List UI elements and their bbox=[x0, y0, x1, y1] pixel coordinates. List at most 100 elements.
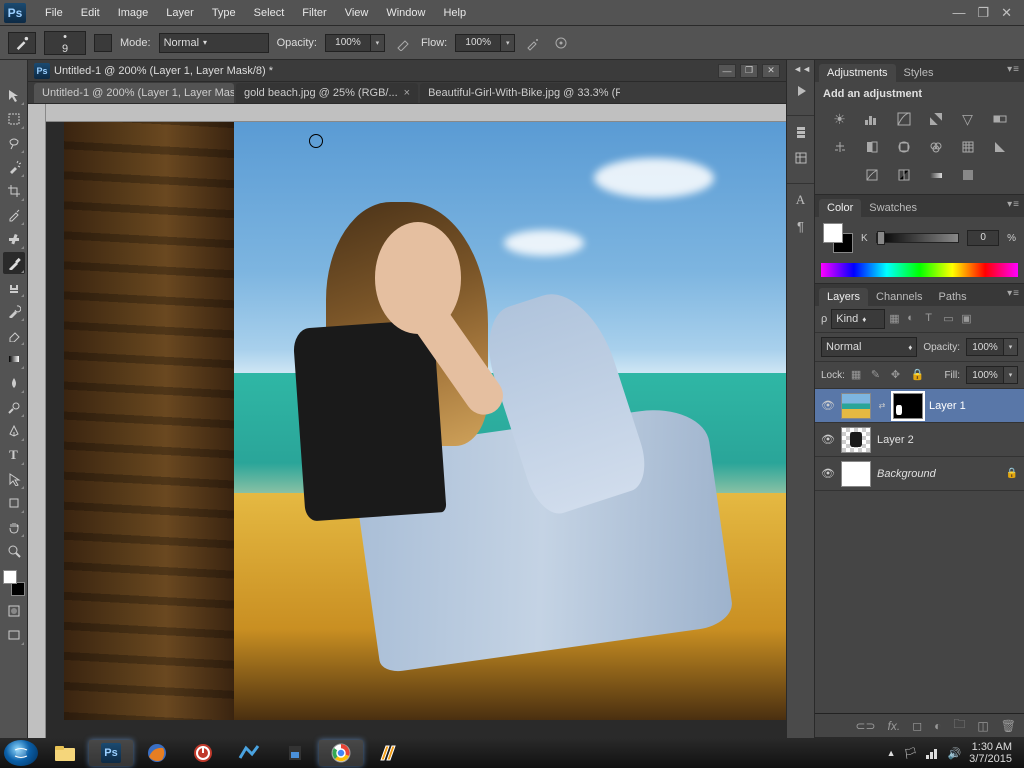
layer-thumbnail[interactable] bbox=[841, 427, 871, 453]
paragraph-icon[interactable]: ¶ bbox=[791, 216, 811, 236]
gradient-tool[interactable] bbox=[3, 348, 25, 370]
menu-image[interactable]: Image bbox=[109, 3, 158, 23]
selective-color-icon[interactable] bbox=[959, 166, 977, 184]
pressure-opacity-icon[interactable] bbox=[393, 33, 413, 53]
pressure-size-icon[interactable] bbox=[551, 33, 571, 53]
layer-fill-caret[interactable]: ▾ bbox=[1004, 366, 1018, 384]
ruler-vertical[interactable] bbox=[28, 104, 46, 738]
color-slider[interactable] bbox=[876, 233, 959, 243]
exposure-icon[interactable] bbox=[927, 110, 945, 128]
taskbar-app1[interactable] bbox=[227, 740, 271, 766]
lock-transparent-icon[interactable]: ▦ bbox=[851, 368, 865, 382]
flow-value[interactable]: 100% bbox=[455, 34, 501, 52]
expand-panels-icon[interactable]: ◄◄ bbox=[793, 64, 811, 74]
background-color-swatch[interactable] bbox=[11, 582, 25, 596]
tab-styles[interactable]: Styles bbox=[896, 64, 942, 82]
layer-opacity-value[interactable]: 100% bbox=[966, 338, 1004, 356]
color-value-input[interactable]: 0 bbox=[967, 230, 999, 246]
menu-select[interactable]: Select bbox=[245, 3, 294, 23]
layer-row[interactable]: 👁 Layer 2 bbox=[815, 423, 1024, 457]
play-icon[interactable] bbox=[791, 80, 811, 100]
bw-icon[interactable] bbox=[863, 138, 881, 156]
tab-layers[interactable]: Layers bbox=[819, 288, 868, 306]
color-fgbg-swatch[interactable] bbox=[823, 223, 853, 253]
shape-tool[interactable] bbox=[3, 492, 25, 514]
layer-thumbnail[interactable] bbox=[841, 393, 871, 419]
link-layers-icon[interactable]: ⊂⊃ bbox=[855, 719, 875, 733]
minimize-button[interactable]: — bbox=[952, 5, 965, 21]
stamp-tool[interactable] bbox=[3, 276, 25, 298]
tab-color[interactable]: Color bbox=[819, 199, 861, 217]
threshold-icon[interactable] bbox=[895, 166, 913, 184]
brightness-icon[interactable]: ☀ bbox=[831, 110, 849, 128]
menu-view[interactable]: View bbox=[336, 3, 378, 23]
character-icon[interactable]: A bbox=[791, 190, 811, 210]
color-spectrum[interactable] bbox=[821, 263, 1018, 277]
layer-fx-icon[interactable]: fx. bbox=[888, 719, 901, 733]
filter-shape-icon[interactable]: ▭ bbox=[943, 312, 957, 326]
marquee-tool[interactable] bbox=[3, 108, 25, 130]
opacity-value[interactable]: 100% bbox=[325, 34, 371, 52]
mask-thumbnail[interactable] bbox=[893, 393, 923, 419]
channel-mixer-icon[interactable] bbox=[927, 138, 945, 156]
taskbar-winamp[interactable] bbox=[365, 740, 409, 766]
taskbar-power[interactable] bbox=[181, 740, 225, 766]
tool-preset-picker[interactable] bbox=[8, 32, 36, 54]
panel-menu-icon[interactable]: ▾≡ bbox=[1007, 199, 1020, 210]
panel-menu-icon[interactable]: ▾≡ bbox=[1007, 288, 1020, 299]
tab-adjustments[interactable]: Adjustments bbox=[819, 64, 896, 82]
taskbar-firefox[interactable] bbox=[135, 740, 179, 766]
airbrush-icon[interactable] bbox=[523, 33, 543, 53]
menu-help[interactable]: Help bbox=[434, 3, 475, 23]
pen-tool[interactable] bbox=[3, 420, 25, 442]
taskbar-chrome[interactable] bbox=[319, 740, 363, 766]
quick-select-tool[interactable] bbox=[3, 156, 25, 178]
tab-channels[interactable]: Channels bbox=[868, 288, 930, 306]
menu-filter[interactable]: Filter bbox=[293, 3, 335, 23]
lock-paint-icon[interactable]: ✎ bbox=[871, 368, 885, 382]
gradient-map-icon[interactable] bbox=[927, 166, 945, 184]
doc-minimize[interactable]: — bbox=[718, 64, 736, 78]
document-tab[interactable]: gold beach.jpg @ 25% (RGB/...× bbox=[236, 83, 418, 103]
filter-adjust-icon[interactable]: ◐ bbox=[907, 312, 921, 326]
document-tab[interactable]: Beautiful-Girl-With-Bike.jpg @ 33.3% (RG… bbox=[420, 83, 620, 103]
group-icon[interactable]: 🗀 bbox=[953, 715, 965, 736]
tab-paths[interactable]: Paths bbox=[931, 288, 975, 306]
move-tool[interactable] bbox=[3, 84, 25, 106]
zoom-tool[interactable] bbox=[3, 540, 25, 562]
history-brush-tool[interactable] bbox=[3, 300, 25, 322]
filter-pixel-icon[interactable]: ▦ bbox=[889, 312, 903, 326]
layer-thumbnail[interactable] bbox=[841, 461, 871, 487]
menu-edit[interactable]: Edit bbox=[72, 3, 109, 23]
restore-button[interactable]: ❐ bbox=[977, 5, 989, 21]
lock-position-icon[interactable]: ✥ bbox=[891, 368, 905, 382]
panel-menu-icon[interactable]: ▾≡ bbox=[1007, 64, 1020, 75]
eyedropper-tool[interactable] bbox=[3, 204, 25, 226]
lasso-tool[interactable] bbox=[3, 132, 25, 154]
layer-row[interactable]: 👁 ⇄ Layer 1 bbox=[815, 389, 1024, 423]
tray-arrow-icon[interactable]: ▲ bbox=[887, 748, 896, 758]
hue-icon[interactable] bbox=[991, 110, 1009, 128]
mask-link-icon[interactable]: ⇄ bbox=[877, 401, 887, 410]
layer-fill-value[interactable]: 100% bbox=[966, 366, 1004, 384]
delete-layer-icon[interactable]: 🗑 bbox=[1001, 719, 1016, 733]
menu-window[interactable]: Window bbox=[377, 3, 434, 23]
doc-close[interactable]: ✕ bbox=[762, 64, 780, 78]
invert-icon[interactable] bbox=[991, 138, 1009, 156]
lock-all-icon[interactable]: 🔒 bbox=[911, 368, 925, 382]
path-select-tool[interactable] bbox=[3, 468, 25, 490]
visibility-eye-icon[interactable]: 👁 bbox=[821, 467, 835, 480]
menu-layer[interactable]: Layer bbox=[157, 3, 203, 23]
taskbar-photoshop[interactable]: Ps bbox=[89, 740, 133, 766]
filter-smart-icon[interactable]: ▣ bbox=[961, 312, 975, 326]
taskbar-app2[interactable] bbox=[273, 740, 317, 766]
dodge-tool[interactable] bbox=[3, 396, 25, 418]
layer-filter-kind[interactable]: Kind♦ bbox=[831, 309, 885, 329]
adjustment-layer-icon[interactable]: ◐ bbox=[934, 719, 941, 733]
blend-mode-dropdown[interactable]: Normal▾ bbox=[159, 33, 269, 53]
blur-tool[interactable] bbox=[3, 372, 25, 394]
flow-caret[interactable]: ▾ bbox=[501, 34, 515, 52]
layer-opacity-caret[interactable]: ▾ bbox=[1004, 338, 1018, 356]
brush-tool[interactable] bbox=[3, 252, 25, 274]
ruler-horizontal[interactable] bbox=[46, 104, 786, 122]
